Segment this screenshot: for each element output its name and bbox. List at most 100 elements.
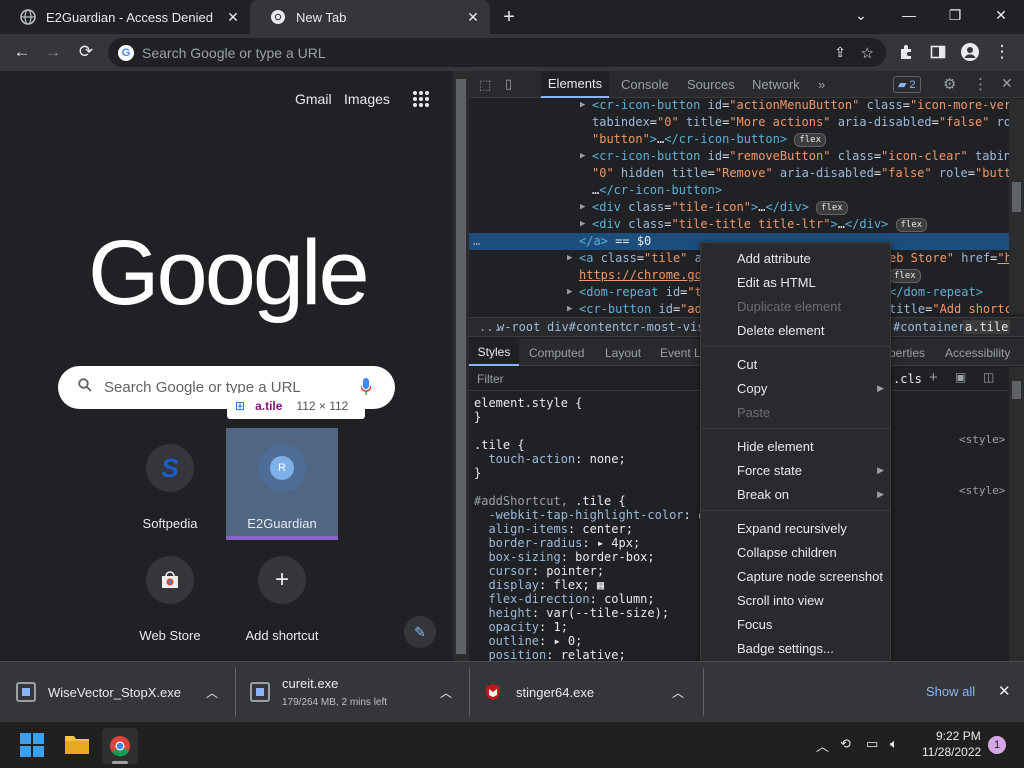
menu-item-capture-node-screenshot[interactable]: Capture node screenshot bbox=[701, 564, 890, 588]
clock-date[interactable]: 11/28/2022 bbox=[922, 745, 981, 759]
download-item[interactable]: WiseVector_StopX.exe ︿ bbox=[0, 662, 234, 722]
new-style-rule-icon[interactable]: + bbox=[929, 369, 938, 386]
menu-item-focus[interactable]: Focus bbox=[701, 612, 890, 636]
close-shelf-icon[interactable]: ✕ bbox=[998, 682, 1011, 700]
menu-item-edit-as-html[interactable]: Edit as HTML bbox=[701, 270, 890, 294]
share-icon[interactable]: ⇪ bbox=[834, 44, 846, 61]
chevron-up-icon[interactable]: ︿ bbox=[672, 684, 684, 701]
tray-overflow-chevron-icon[interactable]: ︿ bbox=[816, 736, 829, 755]
expand-triangle-icon[interactable]: ▶ bbox=[580, 97, 585, 114]
notification-badge[interactable]: 1 bbox=[988, 736, 1006, 754]
menu-item-expand-recursively[interactable]: Expand recursively bbox=[701, 516, 890, 540]
tab-e2guardian[interactable]: E2Guardian - Access Denied ✕ bbox=[0, 0, 250, 34]
chevron-up-icon[interactable]: ︿ bbox=[206, 684, 218, 701]
tab-sources[interactable]: Sources bbox=[687, 71, 735, 98]
add-shortcut-tile[interactable]: + Add shortcut bbox=[226, 540, 338, 652]
toggle-sidebar-icon[interactable]: ◫ bbox=[983, 370, 994, 384]
chevron-up-icon[interactable]: ︿ bbox=[440, 684, 452, 701]
network-icon[interactable]: ▭ bbox=[866, 736, 878, 752]
settings-gear-icon[interactable]: ⚙ bbox=[943, 75, 956, 93]
menu-item-hide-element[interactable]: Hide element bbox=[701, 434, 890, 458]
menu-item-collapse-children[interactable]: Collapse children bbox=[701, 540, 890, 564]
scrollbar-thumb[interactable] bbox=[456, 79, 466, 654]
dom-node[interactable]: ▶ <cr-icon-button id="removeButton" class… bbox=[469, 148, 1024, 165]
expand-triangle-icon[interactable]: ▶ bbox=[580, 148, 585, 165]
computed-styles-icon[interactable]: ▣ bbox=[955, 370, 966, 384]
breadcrumb-item[interactable]: w-root bbox=[497, 320, 540, 334]
volume-icon[interactable]: 🔈︎ bbox=[890, 736, 898, 752]
dom-node[interactable]: …</cr-icon-button> bbox=[469, 182, 1009, 199]
shortcut-tile-web-store[interactable]: Web Store bbox=[114, 540, 226, 652]
expand-triangle-icon[interactable]: ▶ bbox=[580, 216, 585, 233]
close-devtools-icon[interactable]: ✕ bbox=[1001, 75, 1013, 92]
expand-triangle-icon[interactable]: ▶ bbox=[580, 199, 585, 216]
ellipsis-icon[interactable]: … bbox=[473, 233, 480, 250]
dom-node[interactable]: ▶ <cr-icon-button id="actionMenuButton" c… bbox=[469, 97, 1024, 114]
menu-item-break-on[interactable]: Break on ▶ bbox=[701, 482, 890, 506]
images-link[interactable]: Images bbox=[344, 91, 390, 107]
chrome-taskbar-button[interactable] bbox=[102, 728, 138, 764]
tab-computed[interactable]: Computed bbox=[529, 339, 584, 366]
back-icon[interactable]: ← bbox=[8, 38, 36, 66]
issues-badge[interactable]: ▰ 2 bbox=[893, 76, 921, 93]
device-toolbar-icon[interactable]: ▯ bbox=[505, 76, 512, 92]
show-all-button[interactable]: Show all bbox=[926, 684, 975, 699]
scrollbar-thumb[interactable] bbox=[1012, 182, 1021, 212]
gmail-link[interactable]: Gmail bbox=[295, 91, 332, 107]
tab-elements[interactable]: Elements bbox=[541, 71, 609, 98]
download-item[interactable]: cureit.exe 179/264 MB, 2 mins left ︿ bbox=[236, 662, 468, 722]
dom-node[interactable]: ▶ <div class="tile-title title-ltr">…</di… bbox=[469, 216, 1009, 233]
reload-icon[interactable]: ⟳ bbox=[72, 38, 100, 66]
file-explorer-icon[interactable] bbox=[64, 733, 90, 757]
expand-triangle-icon[interactable]: ▶ bbox=[567, 301, 572, 318]
expand-triangle-icon[interactable]: ▶ bbox=[567, 284, 572, 301]
page-scrollbar[interactable] bbox=[453, 71, 469, 661]
extensions-icon[interactable] bbox=[892, 38, 920, 66]
clock-time[interactable]: 9:22 PM bbox=[936, 729, 981, 743]
dom-node[interactable]: ▶ <div class="tile-icon">…</div> flex bbox=[469, 199, 1009, 216]
more-tabs-icon[interactable]: » bbox=[818, 71, 825, 98]
menu-item-add-attribute[interactable]: Add attribute bbox=[701, 246, 890, 270]
address-bar[interactable]: G Search Google or type a URL ⇪ ☆ bbox=[108, 38, 886, 67]
breadcrumb-item-selected[interactable]: a.tile bbox=[963, 320, 1011, 334]
breadcrumb-item[interactable]: div#content bbox=[547, 320, 626, 334]
minimize-button[interactable]: — bbox=[886, 0, 932, 30]
menu-item-badge-settings[interactable]: Badge settings... bbox=[701, 636, 890, 660]
close-tab-icon[interactable]: ✕ bbox=[464, 8, 482, 26]
tab-new-tab[interactable]: New Tab ✕ bbox=[250, 0, 490, 34]
dom-node[interactable]: tabindex="0" title="More actions" aria-d… bbox=[469, 114, 1024, 131]
scrollbar-thumb[interactable] bbox=[1012, 381, 1021, 399]
shortcut-tile-e2guardian[interactable]: R E2Guardian bbox=[226, 428, 338, 540]
dom-node[interactable]: "button">…</cr-icon-button> flex bbox=[469, 131, 1009, 148]
forward-icon[interactable]: → bbox=[39, 38, 67, 66]
apps-grid-icon[interactable] bbox=[412, 90, 432, 110]
menu-item-delete-element[interactable]: Delete element bbox=[701, 318, 890, 342]
tab-network[interactable]: Network bbox=[752, 71, 800, 98]
tab-properties[interactable]: perties bbox=[889, 339, 925, 366]
inspect-element-icon[interactable]: ⬚ bbox=[479, 77, 491, 93]
tab-event-listeners[interactable]: Event Li bbox=[660, 339, 703, 366]
devtools-menu-icon[interactable]: ⋮ bbox=[973, 75, 988, 93]
tab-accessibility[interactable]: Accessibility bbox=[945, 339, 1010, 366]
close-window-button[interactable]: ✕ bbox=[978, 0, 1024, 30]
profile-avatar-icon[interactable] bbox=[956, 38, 984, 66]
bookmark-star-icon[interactable]: ☆ bbox=[861, 44, 874, 62]
expand-triangle-icon[interactable]: ▶ bbox=[567, 250, 572, 267]
customize-pencil-icon[interactable]: ✎ bbox=[404, 616, 436, 648]
close-tab-icon[interactable]: ✕ bbox=[224, 8, 242, 26]
new-tab-button[interactable]: + bbox=[498, 6, 520, 28]
sync-icon[interactable]: ⟲ bbox=[840, 736, 851, 752]
cls-toggle[interactable]: .cls bbox=[893, 372, 922, 386]
shortcut-tile-softpedia[interactable]: S Softpedia bbox=[114, 428, 226, 540]
styles-scrollbar[interactable] bbox=[1009, 367, 1024, 661]
windows-start-icon[interactable] bbox=[20, 733, 44, 757]
tab-styles[interactable]: Styles bbox=[469, 339, 519, 366]
menu-item-force-state[interactable]: Force state ▶ bbox=[701, 458, 890, 482]
style-source-link[interactable]: <style> bbox=[959, 433, 1005, 446]
filter-input[interactable]: Filter bbox=[477, 372, 504, 386]
elements-scrollbar[interactable] bbox=[1009, 99, 1024, 314]
download-item[interactable]: stinger64.exe ︿ bbox=[470, 662, 702, 722]
style-source-link[interactable]: <style> bbox=[959, 484, 1005, 497]
restore-button[interactable]: ❐ bbox=[932, 0, 978, 30]
menu-item-scroll-into-view[interactable]: Scroll into view bbox=[701, 588, 890, 612]
